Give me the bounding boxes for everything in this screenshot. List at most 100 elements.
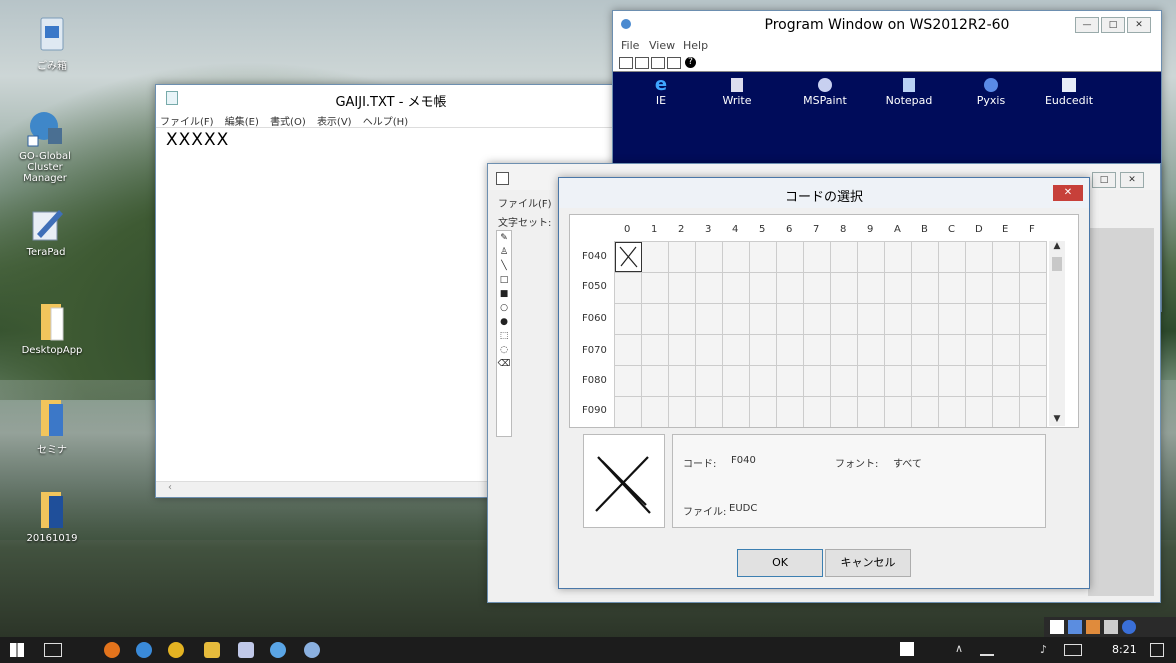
cancel-button[interactable]: キャンセル bbox=[825, 549, 911, 577]
grid-cell[interactable] bbox=[885, 397, 912, 427]
app-mspaint[interactable]: MSPaint bbox=[793, 76, 857, 107]
help-icon[interactable]: ? bbox=[685, 57, 696, 68]
app-eudcedit[interactable]: Eudcedit bbox=[1037, 76, 1101, 107]
select-rect-tool-icon[interactable]: ⬚ bbox=[497, 329, 511, 343]
show-hidden-icons[interactable]: ∧ bbox=[955, 642, 963, 655]
dialog-close-button[interactable]: ✕ bbox=[1053, 185, 1083, 201]
grid-cell[interactable] bbox=[885, 273, 912, 304]
grid-cell[interactable] bbox=[1020, 366, 1047, 397]
grid-cell[interactable] bbox=[966, 304, 993, 335]
grid-vscrollbar[interactable]: ▲ ▼ bbox=[1049, 241, 1065, 426]
clock-time[interactable]: 8:21 bbox=[1112, 643, 1137, 656]
grid-cell[interactable] bbox=[777, 242, 804, 273]
rect-tool-icon[interactable]: □ bbox=[497, 273, 511, 287]
grid-cell[interactable] bbox=[912, 335, 939, 366]
grid-cell[interactable] bbox=[777, 304, 804, 335]
grid-cell[interactable] bbox=[858, 335, 885, 366]
grid-cell[interactable] bbox=[885, 335, 912, 366]
view-details-button[interactable] bbox=[667, 57, 681, 69]
grid-cell[interactable] bbox=[723, 397, 750, 427]
grid-cell[interactable] bbox=[615, 366, 642, 397]
start-button[interactable] bbox=[10, 643, 24, 657]
grid-cell[interactable] bbox=[669, 242, 696, 273]
maximize-button[interactable]: □ bbox=[1101, 17, 1125, 33]
grid-cell[interactable] bbox=[615, 273, 642, 304]
grid-cell[interactable] bbox=[939, 335, 966, 366]
pencil-tool-icon[interactable]: ✎ bbox=[497, 231, 511, 245]
grid-cell[interactable] bbox=[1020, 242, 1047, 273]
grid-cell[interactable] bbox=[885, 304, 912, 335]
filled-ellipse-tool-icon[interactable]: ● bbox=[497, 315, 511, 329]
grid-cell[interactable] bbox=[831, 335, 858, 366]
grid-cell[interactable] bbox=[642, 273, 669, 304]
grid-cell[interactable] bbox=[696, 273, 723, 304]
grid-cell[interactable] bbox=[696, 242, 723, 273]
grid-cell[interactable] bbox=[696, 366, 723, 397]
grid-cell[interactable] bbox=[939, 397, 966, 427]
ime-icon[interactable] bbox=[1050, 620, 1064, 634]
grid-cell[interactable] bbox=[777, 397, 804, 427]
scroll-up-icon[interactable]: ▲ bbox=[1049, 241, 1065, 251]
menu-view[interactable]: View bbox=[649, 39, 675, 52]
grid-cell[interactable] bbox=[804, 335, 831, 366]
maximize-button[interactable]: □ bbox=[1092, 172, 1116, 188]
volume-icon[interactable]: ♪ bbox=[1040, 643, 1047, 656]
desktop-icon-semina[interactable]: セミナ bbox=[12, 398, 92, 456]
grid-cell[interactable] bbox=[966, 366, 993, 397]
eudc-menu-file[interactable]: ファイル(F) bbox=[498, 195, 552, 210]
grid-cell[interactable] bbox=[804, 397, 831, 427]
brush-tool-icon[interactable]: ♙ bbox=[497, 245, 511, 259]
app-icon[interactable] bbox=[270, 642, 286, 658]
grid-cell[interactable] bbox=[858, 273, 885, 304]
grid-cell[interactable] bbox=[831, 304, 858, 335]
grid-cell[interactable] bbox=[939, 273, 966, 304]
ime-pad-icon[interactable] bbox=[1104, 620, 1118, 634]
network-icon[interactable] bbox=[980, 642, 994, 656]
desktop-icon-desktopapp[interactable]: DesktopApp bbox=[12, 302, 92, 356]
app-pyxis[interactable]: Pyxis bbox=[963, 76, 1019, 107]
grid-cell[interactable] bbox=[750, 397, 777, 427]
task-view-icon[interactable] bbox=[44, 643, 62, 657]
grid-cell[interactable] bbox=[777, 366, 804, 397]
chrome-icon[interactable] bbox=[168, 642, 184, 658]
grid-cell[interactable] bbox=[804, 273, 831, 304]
grid-cell[interactable] bbox=[966, 335, 993, 366]
minimize-button[interactable]: — bbox=[1075, 17, 1099, 33]
grid-cell[interactable] bbox=[858, 242, 885, 273]
grid-cell[interactable] bbox=[993, 304, 1020, 335]
grid-cell[interactable] bbox=[939, 366, 966, 397]
grid-cell[interactable] bbox=[885, 366, 912, 397]
grid-cell[interactable] bbox=[804, 304, 831, 335]
grid-cell[interactable] bbox=[939, 304, 966, 335]
grid-cell[interactable] bbox=[831, 242, 858, 273]
grid-cell[interactable] bbox=[723, 366, 750, 397]
grid-cell[interactable] bbox=[858, 397, 885, 427]
file-explorer-icon[interactable] bbox=[204, 642, 220, 658]
desktop-icon-recycle-bin[interactable]: ごみ箱 bbox=[12, 14, 92, 72]
app-ie[interactable]: e IE bbox=[633, 76, 689, 108]
grid-cell[interactable] bbox=[885, 242, 912, 273]
desktop-icon-cluster-manager[interactable]: GO-Global Cluster Manager bbox=[5, 108, 85, 184]
grid-cell[interactable] bbox=[669, 335, 696, 366]
grid-cell[interactable] bbox=[642, 242, 669, 273]
firefox-icon[interactable] bbox=[104, 642, 120, 658]
grid-cell[interactable] bbox=[696, 304, 723, 335]
grid-cell[interactable] bbox=[750, 242, 777, 273]
close-button[interactable]: ✕ bbox=[1127, 17, 1151, 33]
grid-cell[interactable] bbox=[831, 366, 858, 397]
grid-cell[interactable] bbox=[858, 366, 885, 397]
grid-cell[interactable] bbox=[966, 242, 993, 273]
grid-cell[interactable] bbox=[858, 304, 885, 335]
grid-cell[interactable] bbox=[1020, 335, 1047, 366]
grid-cell[interactable] bbox=[804, 242, 831, 273]
grid-cell[interactable] bbox=[723, 335, 750, 366]
grid-cell[interactable] bbox=[993, 366, 1020, 397]
grid-cell[interactable] bbox=[696, 335, 723, 366]
grid-cell[interactable] bbox=[912, 366, 939, 397]
edge-icon[interactable] bbox=[136, 642, 152, 658]
grid-cell[interactable] bbox=[750, 304, 777, 335]
grid-cell[interactable] bbox=[993, 335, 1020, 366]
grid-cell[interactable] bbox=[750, 335, 777, 366]
grid-cell[interactable] bbox=[831, 397, 858, 427]
grid-cell[interactable] bbox=[1020, 304, 1047, 335]
